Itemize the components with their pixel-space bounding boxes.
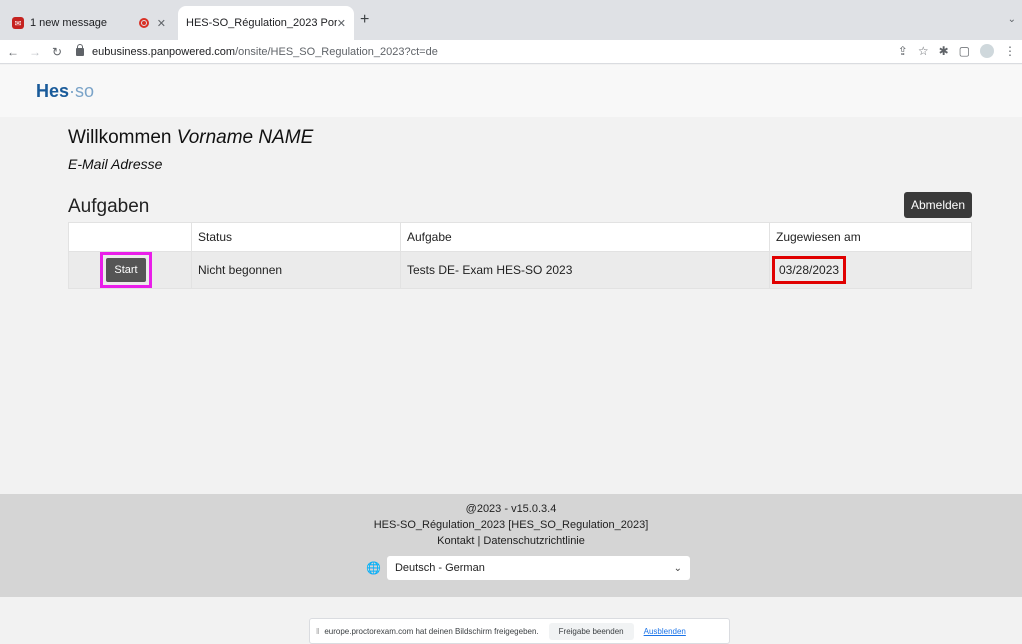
side-panel-icon[interactable]: ▢: [959, 44, 970, 58]
footer-version: @2023 - v15.0.3.4: [465, 503, 557, 515]
hide-bar-link[interactable]: Ausblenden: [644, 627, 686, 636]
language-row: 🌐 Deutsch - German ⌄: [366, 556, 690, 580]
user-email: E-Mail Adresse: [68, 156, 163, 172]
action-cell: Start: [68, 251, 192, 289]
column-header-assigned: Zugewiesen am: [769, 222, 972, 252]
lock-icon: [76, 43, 84, 56]
profile-icon[interactable]: [980, 44, 994, 58]
screen-share-bar: ‖ europe.proctorexam.com hat deinen Bild…: [309, 618, 730, 644]
hes-so-logo[interactable]: Hes·so: [36, 81, 94, 102]
extensions-icon[interactable]: ✱: [939, 44, 949, 58]
language-value: Deutsch - German: [394, 562, 485, 574]
browser-toolbar: ← → ↻ eubusiness.panpowered.com /onsite/…: [0, 40, 1022, 64]
recording-icon: [138, 18, 149, 28]
page: Hes·so Willkommen Vorname NAME E-Mail Ad…: [0, 65, 1022, 644]
reload-icon[interactable]: ↻: [48, 45, 66, 59]
new-tab-button[interactable]: +: [360, 11, 369, 29]
drag-handle-icon[interactable]: ‖: [316, 627, 319, 636]
close-icon[interactable]: ✕: [157, 17, 166, 30]
tasks-title: Aufgaben: [68, 196, 150, 217]
status-cell: Nicht begonnen: [191, 251, 401, 289]
logout-button[interactable]: Abmelden: [904, 192, 972, 218]
welcome-greeting: Willkommen: [68, 127, 172, 148]
share-icon[interactable]: ⇪: [898, 44, 908, 58]
start-highlight: Start: [100, 252, 152, 288]
assigned-date: 03/28/2023: [772, 256, 847, 284]
forward-arrow-icon[interactable]: →: [26, 45, 44, 59]
chevron-down-icon[interactable]: ⌄: [1008, 14, 1016, 25]
stop-sharing-button[interactable]: Freigabe beenden: [548, 622, 634, 640]
table-row: Start Nicht begonnen Tests DE- Exam HES-…: [68, 251, 972, 289]
site-footer: @2023 - v15.0.3.4 HES-SO_Régulation_2023…: [0, 494, 1022, 597]
close-icon[interactable]: ✕: [337, 17, 346, 30]
browser-tab-bar: ✉ 1 new message ✕ HES-SO_Régulation_2023…: [0, 0, 1022, 40]
url-path: /onsite/HES_SO_Regulation_2023?ct=de: [235, 45, 438, 58]
table-header-row: Status Aufgabe Zugewiesen am: [68, 222, 972, 252]
mail-badge-icon: ✉: [12, 17, 24, 29]
tab-title: HES-SO_Régulation_2023 Por: [186, 17, 337, 29]
logo-sub: so: [75, 80, 95, 101]
footer-project: HES-SO_Régulation_2023 [HES_SO_Regulatio…: [373, 519, 649, 531]
menu-icon[interactable]: ⋮: [1004, 44, 1016, 58]
user-name: Vorname NAME: [176, 127, 314, 148]
welcome-heading: Willkommen Vorname NAME: [68, 127, 313, 149]
start-button[interactable]: Start: [106, 258, 146, 282]
tab-hes-so[interactable]: HES-SO_Régulation_2023 Por ✕: [178, 6, 354, 40]
star-icon[interactable]: ☆: [918, 44, 929, 58]
column-header-task: Aufgabe: [400, 222, 770, 252]
logo-main: Hes: [36, 80, 70, 101]
footer-links[interactable]: Kontakt | Datenschutzrichtlinie: [0, 535, 1022, 547]
column-header-status: Status: [191, 222, 401, 252]
tasks-table: Status Aufgabe Zugewiesen am Start Nicht…: [68, 222, 972, 289]
back-arrow-icon[interactable]: ←: [4, 45, 22, 59]
address-bar[interactable]: eubusiness.panpowered.com /onsite/HES_SO…: [76, 42, 886, 62]
language-select[interactable]: Deutsch - German ⌄: [386, 556, 690, 580]
task-cell: Tests DE- Exam HES-SO 2023: [400, 251, 770, 289]
chevron-down-icon: ⌄: [673, 562, 682, 574]
site-header: Hes·so: [0, 65, 1022, 117]
url-domain: eubusiness.panpowered.com: [92, 45, 236, 58]
globe-icon: 🌐: [366, 561, 381, 575]
share-message: europe.proctorexam.com hat deinen Bildsc…: [324, 626, 539, 636]
column-header-action: [68, 222, 192, 252]
tab-messages[interactable]: ✉ 1 new message ✕: [4, 6, 174, 40]
tab-title: 1 new message: [30, 17, 108, 29]
assigned-cell: 03/28/2023: [769, 251, 972, 289]
